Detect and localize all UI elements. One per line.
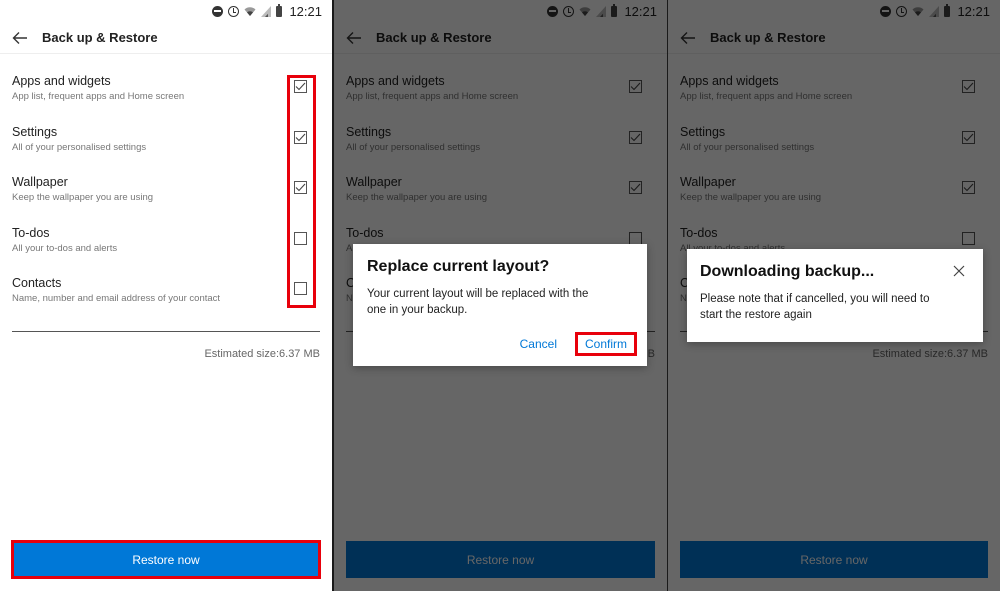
checkmark-icon xyxy=(295,183,306,192)
option-row[interactable]: Contacts Name, number and email address o… xyxy=(0,266,332,317)
do-not-disturb-icon xyxy=(212,5,224,17)
option-description: All of your personalised settings xyxy=(12,141,147,153)
cancel-button[interactable]: Cancel xyxy=(512,333,565,355)
option-row[interactable]: Apps and widgets App list, frequent apps … xyxy=(0,64,332,115)
checkmark-icon xyxy=(295,82,306,91)
option-description: App list, frequent apps and Home screen xyxy=(12,91,185,102)
estimated-size: Estimated size:6.37 MB xyxy=(204,347,320,360)
option-label: Wallpaper xyxy=(12,175,68,189)
alarm-icon xyxy=(228,5,240,17)
dialog-body: Your current layout will be replaced wit… xyxy=(367,288,589,316)
dialog-actions: Cancel Confirm xyxy=(512,332,637,356)
clock: 12:21 xyxy=(289,3,322,19)
option-checkbox[interactable] xyxy=(294,181,307,194)
close-icon[interactable] xyxy=(953,265,965,277)
confirm-button[interactable]: Confirm xyxy=(574,332,637,356)
option-row[interactable]: Wallpaper Keep the wallpaper you are usin… xyxy=(0,165,332,216)
backup-options-list: Apps and widgets App list, frequent apps … xyxy=(0,64,332,317)
option-label: Apps and widgets xyxy=(12,74,111,88)
option-checkbox[interactable] xyxy=(294,130,307,144)
back-arrow-icon[interactable] xyxy=(12,31,28,45)
option-checkbox[interactable] xyxy=(294,282,307,295)
checkmark-icon xyxy=(295,133,306,141)
divider xyxy=(12,330,320,332)
dialog-body: Please note that if cancelled, you will … xyxy=(700,293,930,321)
page-title: Back up & Restore xyxy=(42,30,158,45)
option-row[interactable]: To-dos All your to-dos and alerts xyxy=(0,216,332,267)
option-text: Apps and widgets App list, frequent apps … xyxy=(12,74,320,103)
dialog-title: Downloading backup... xyxy=(700,263,875,280)
wifi-icon xyxy=(244,6,256,17)
option-label: Contacts xyxy=(12,276,62,290)
screen-1-options: 12:21 Back up & Restore Apps and widgets… xyxy=(0,0,332,591)
screen-2-confirm: 12:21 Back up & Restore Apps and widgets… xyxy=(334,0,667,591)
app-bar: Back up & Restore xyxy=(0,22,332,54)
option-text: Contacts Name, number and email address o… xyxy=(12,276,320,305)
option-label: To-dos xyxy=(12,225,50,240)
option-text: Settings All of your personalised setting… xyxy=(12,125,320,154)
battery-icon xyxy=(276,3,283,17)
option-checkbox[interactable] xyxy=(294,80,307,93)
replace-layout-dialog: Replace current layout? Your current layo… xyxy=(353,244,647,366)
downloading-backup-dialog: Downloading backup... Please note that if… xyxy=(687,249,983,342)
option-text: Wallpaper Keep the wallpaper you are usin… xyxy=(12,175,320,204)
option-checkbox[interactable] xyxy=(294,231,307,245)
option-label: Settings xyxy=(12,124,58,139)
restore-now-button[interactable]: Restore now xyxy=(12,541,320,578)
option-text: To-dos All your to-dos and alerts xyxy=(12,226,320,255)
screen-3-downloading: 12:21 Back up & Restore Apps and widgets… xyxy=(668,0,1000,591)
option-description: Keep the wallpaper you are using xyxy=(12,192,154,203)
status-bar: 12:21 xyxy=(0,0,332,22)
dialog-title: Replace current layout? xyxy=(367,258,550,275)
option-description: Name, number and email address of your c… xyxy=(12,293,221,304)
option-row[interactable]: Settings All of your personalised setting… xyxy=(0,115,332,166)
signal-icon xyxy=(261,5,272,17)
option-description: All your to-dos and alerts xyxy=(12,242,118,254)
